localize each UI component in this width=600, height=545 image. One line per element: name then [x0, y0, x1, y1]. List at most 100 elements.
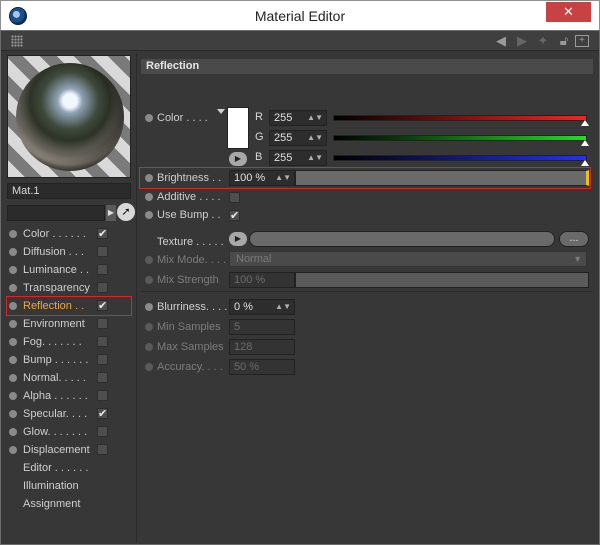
- brightness-field[interactable]: 100 % ▲▼: [229, 170, 295, 186]
- b-field[interactable]: 255 ▲▼: [269, 150, 327, 166]
- b-slider[interactable]: [333, 155, 589, 166]
- brightness-label: Brightness . .: [157, 172, 222, 184]
- channel-label: Alpha . . . . . .: [23, 390, 88, 402]
- play-arrow-icon[interactable]: ▶: [229, 232, 247, 246]
- channel-glow[interactable]: Glow. . . . . . .: [7, 423, 131, 441]
- channel-search-field[interactable]: [7, 205, 105, 221]
- channel-displacement[interactable]: Displacement: [7, 441, 131, 459]
- channel-dot-icon: [9, 302, 17, 310]
- channel-checkbox[interactable]: [97, 444, 108, 455]
- mix-mode-label: Mix Mode. . . .: [157, 254, 227, 266]
- channel-dot-icon: [9, 392, 17, 400]
- use-bump-property: Use Bump . .: [141, 206, 231, 224]
- animate-dot-icon[interactable]: [145, 193, 153, 201]
- texture-field[interactable]: [249, 231, 555, 247]
- chevron-right-icon[interactable]: ▶: [106, 205, 116, 221]
- item-editor[interactable]: Editor . . . . . .: [7, 459, 131, 477]
- channel-list: Color . . . . . . ✔ Diffusion . . . Lumi…: [6, 225, 132, 513]
- animate-dot-icon: [145, 343, 153, 351]
- spinner-icon[interactable]: ▲▼: [307, 151, 323, 165]
- channel-checkbox[interactable]: [97, 372, 108, 383]
- additive-property: Additive . . . .: [141, 188, 231, 206]
- pointer-icon[interactable]: ➚: [117, 203, 135, 221]
- channel-dot-icon: [9, 446, 17, 454]
- grip-icon[interactable]: [11, 35, 23, 47]
- blurriness-value: 0 %: [234, 301, 253, 313]
- spinner-icon[interactable]: ▲▼: [275, 300, 291, 314]
- mix-strength-value: 100 %: [234, 274, 266, 286]
- item-assignment[interactable]: Assignment: [7, 495, 131, 513]
- channel-color[interactable]: Color . . . . . . ✔: [7, 225, 131, 243]
- g-field[interactable]: 255 ▲▼: [269, 130, 327, 146]
- channel-specular[interactable]: Specular. . . . ✔: [7, 405, 131, 423]
- animate-dot-icon[interactable]: [145, 114, 153, 122]
- channel-checkbox[interactable]: [97, 354, 108, 365]
- channel-dot-icon: [9, 248, 17, 256]
- use-bump-checkbox[interactable]: ✔: [229, 210, 240, 222]
- channel-bump[interactable]: Bump . . . . . .: [7, 351, 131, 369]
- chevron-down-icon[interactable]: [217, 109, 225, 114]
- min-samples-property: Min Samples: [141, 318, 231, 336]
- play-arrow-icon[interactable]: ▶: [229, 152, 247, 166]
- channel-dot-icon: [9, 266, 17, 274]
- brightness-property: Brightness . .: [141, 169, 231, 187]
- channel-dot-icon: [9, 356, 17, 364]
- channel-checkbox[interactable]: [97, 318, 108, 329]
- item-illumination[interactable]: Illumination: [7, 477, 131, 495]
- animate-dot-icon: [145, 256, 153, 264]
- g-value: 255: [274, 132, 293, 144]
- channel-label: Displacement: [23, 444, 90, 456]
- channel-dot-icon: [9, 428, 17, 436]
- additive-checkbox[interactable]: [229, 192, 240, 203]
- close-button[interactable]: ✕: [546, 2, 591, 22]
- blurriness-field[interactable]: 0 % ▲▼: [229, 299, 295, 315]
- g-slider[interactable]: [333, 135, 589, 146]
- channel-reflection[interactable]: Reflection . . ✔: [6, 296, 132, 316]
- channel-label: Diffusion . . .: [23, 246, 84, 258]
- slider-handle-icon[interactable]: [581, 160, 589, 166]
- channel-checkbox[interactable]: ✔: [97, 408, 108, 420]
- channel-checkbox[interactable]: [97, 390, 108, 401]
- channel-fog[interactable]: Fog. . . . . . .: [7, 333, 131, 351]
- animate-dot-icon[interactable]: [145, 303, 153, 311]
- slider-handle-icon[interactable]: [581, 140, 589, 146]
- spinner-icon[interactable]: ▲▼: [275, 171, 291, 185]
- channel-checkbox[interactable]: [97, 282, 108, 293]
- new-window-icon[interactable]: +: [575, 35, 589, 47]
- mix-mode-value: Normal: [236, 253, 272, 265]
- channel-checkbox[interactable]: [97, 264, 108, 275]
- color-swatch[interactable]: [227, 107, 249, 149]
- forward-arrow-icon[interactable]: ▶: [513, 33, 531, 49]
- material-name-field[interactable]: Mat.1: [7, 183, 131, 199]
- channel-checkbox[interactable]: [97, 426, 108, 437]
- animate-dot-icon: [145, 363, 153, 371]
- pane-divider[interactable]: [136, 53, 137, 543]
- mix-mode-select: Normal ▼: [229, 251, 587, 267]
- channel-normal[interactable]: Normal. . . . .: [7, 369, 131, 387]
- channel-transparency[interactable]: Transparency: [7, 279, 131, 297]
- channel-alpha[interactable]: Alpha . . . . . .: [7, 387, 131, 405]
- channel-label: Fog. . . . . . .: [23, 336, 82, 348]
- channel-luminance[interactable]: Luminance . .: [7, 261, 131, 279]
- channel-checkbox[interactable]: [97, 246, 108, 257]
- r-slider[interactable]: [333, 115, 589, 126]
- lock-icon[interactable]: 🔓︎: [557, 33, 571, 49]
- spinner-icon[interactable]: ▲▼: [307, 111, 323, 125]
- channel-environment[interactable]: Environment: [7, 315, 131, 333]
- channel-checkbox[interactable]: ✔: [97, 300, 108, 312]
- slider-handle-icon[interactable]: [581, 120, 589, 126]
- browse-button[interactable]: ...: [559, 231, 589, 247]
- animate-dot-icon[interactable]: [145, 211, 153, 219]
- reflection-panel: Reflection Color . . . . R 255 ▲▼ G 255 ▲▼…: [139, 53, 593, 543]
- channel-label: Environment: [23, 318, 85, 330]
- pin-icon[interactable]: ✦: [535, 33, 551, 49]
- r-field[interactable]: 255 ▲▼: [269, 110, 327, 126]
- spinner-icon[interactable]: ▲▼: [307, 131, 323, 145]
- back-arrow-icon[interactable]: ◀: [491, 33, 511, 49]
- channel-checkbox[interactable]: [97, 336, 108, 347]
- animate-dot-icon[interactable]: [145, 174, 153, 182]
- channel-checkbox[interactable]: ✔: [97, 228, 108, 240]
- brightness-slider[interactable]: [295, 170, 589, 186]
- material-preview[interactable]: [7, 55, 131, 178]
- channel-diffusion[interactable]: Diffusion . . .: [7, 243, 131, 261]
